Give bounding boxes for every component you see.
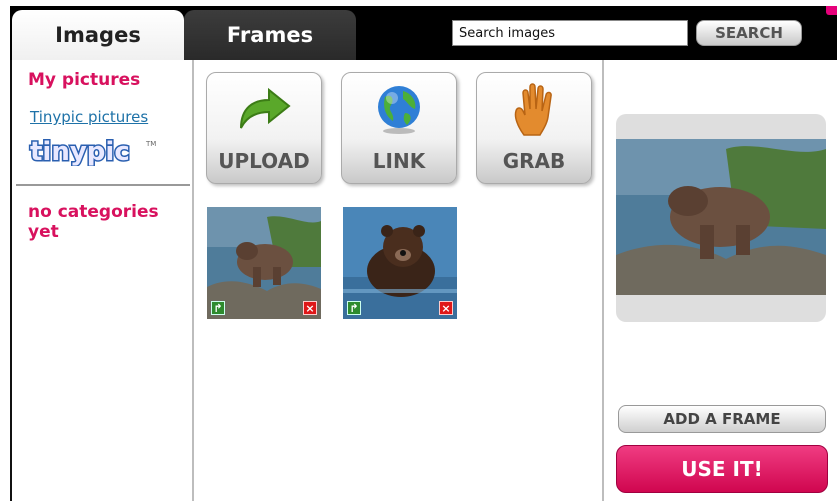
thumbnail-bear-rocks[interactable]: ↱ × bbox=[207, 207, 321, 319]
preview-image bbox=[616, 139, 826, 295]
search-input[interactable] bbox=[452, 20, 688, 46]
hand-icon bbox=[477, 81, 591, 137]
top-bar: Images Frames SEARCH bbox=[0, 0, 837, 60]
tinypic-pictures-link[interactable]: Tinypic pictures bbox=[30, 108, 148, 126]
use-arrow-icon[interactable]: ↱ bbox=[347, 301, 361, 315]
tab-frames[interactable]: Frames bbox=[184, 10, 356, 60]
link-label: LINK bbox=[372, 149, 426, 173]
my-pictures-heading: My pictures bbox=[28, 70, 141, 90]
image-library: UPLOAD LINK GRAB ↱ × ↱ × bbox=[196, 60, 604, 501]
logo-trademark: TM bbox=[145, 140, 156, 148]
add-frame-button[interactable]: ADD A FRAME bbox=[618, 405, 826, 433]
link-button[interactable]: LINK bbox=[341, 72, 457, 184]
upload-button[interactable]: UPLOAD bbox=[206, 72, 322, 184]
tab-images[interactable]: Images bbox=[12, 10, 184, 60]
sidebar: My pictures Tinypic pictures tinypic TM … bbox=[12, 60, 194, 501]
use-it-button[interactable]: USE IT! bbox=[616, 445, 828, 493]
upload-label: UPLOAD bbox=[218, 149, 310, 173]
preview-panel: ADD A FRAME USE IT! bbox=[606, 60, 837, 501]
logo-wordmark: tinypic bbox=[30, 137, 130, 166]
tinypic-logo[interactable]: tinypic TM bbox=[28, 134, 168, 169]
grab-button[interactable]: GRAB bbox=[476, 72, 592, 184]
upload-arrow-icon bbox=[207, 81, 321, 137]
search-button[interactable]: SEARCH bbox=[696, 20, 802, 46]
use-arrow-icon[interactable]: ↱ bbox=[211, 301, 225, 315]
delete-x-icon[interactable]: × bbox=[439, 301, 453, 315]
corner-accent bbox=[826, 6, 837, 15]
thumbnail-bear-water[interactable]: ↱ × bbox=[343, 207, 457, 319]
delete-x-icon[interactable]: × bbox=[303, 301, 317, 315]
grab-label: GRAB bbox=[502, 149, 566, 173]
sidebar-divider bbox=[16, 184, 190, 186]
globe-icon bbox=[342, 81, 456, 137]
tinypic-logo-image: tinypic TM bbox=[29, 136, 157, 169]
no-categories-text: no categories yet bbox=[28, 202, 159, 242]
